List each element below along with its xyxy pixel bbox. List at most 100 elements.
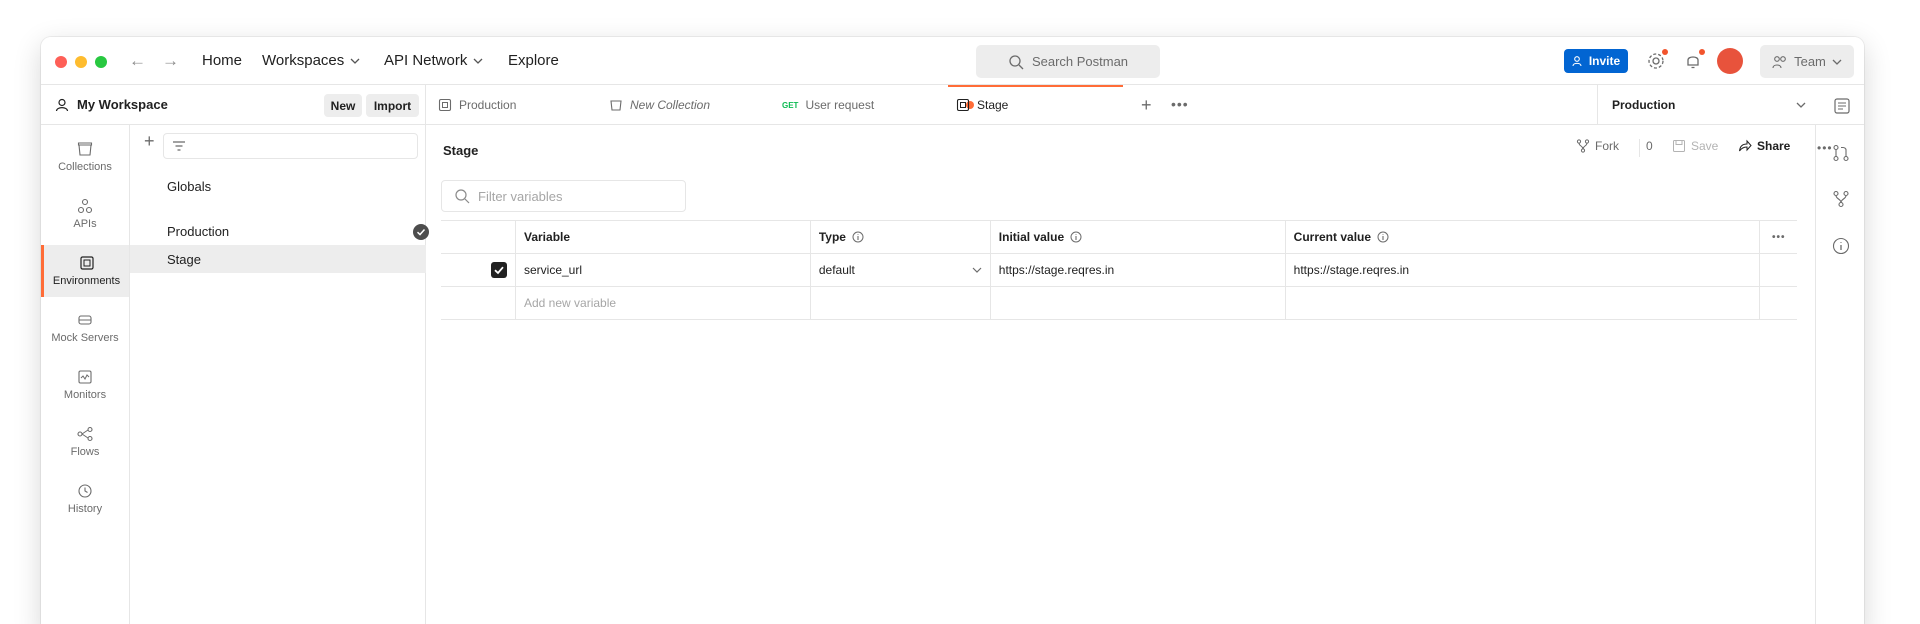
empty-cell[interactable] [989, 286, 1286, 320]
environment-icon [956, 98, 970, 112]
filter-icon [173, 141, 185, 151]
env-item-production[interactable]: Production [130, 217, 429, 245]
current-value-cell[interactable]: https://stage.reqres.in [1284, 253, 1761, 287]
environment-filter-input[interactable] [163, 133, 418, 159]
sidebar-item-flows[interactable]: Flows [41, 416, 129, 468]
settings-button[interactable] [1645, 49, 1668, 72]
column-options-icon[interactable]: ••• [1759, 220, 1797, 254]
right-sidebar [1815, 125, 1864, 624]
empty-cell[interactable] [809, 286, 991, 320]
select-all-column-header [441, 220, 516, 254]
avatar[interactable] [1717, 48, 1743, 74]
fork-count: 0 [1646, 139, 1653, 153]
share-button[interactable]: Share [1738, 139, 1790, 153]
window-controls [55, 56, 107, 68]
environment-editor: Stage Fork 0 Save Share ••• Filter varia… [426, 125, 1832, 624]
save-button[interactable]: Save [1672, 139, 1718, 153]
variable-name-cell[interactable]: service_url [515, 253, 811, 287]
share-icon [1739, 139, 1752, 152]
import-button[interactable]: Import [366, 94, 419, 117]
collections-icon [77, 142, 93, 156]
nav-home[interactable]: Home [202, 51, 242, 71]
nav-workspaces[interactable]: Workspaces [262, 51, 360, 71]
row-enabled-cell [441, 253, 516, 287]
team-button[interactable]: Team [1760, 45, 1854, 78]
fork-button[interactable]: Fork [1576, 139, 1619, 153]
variable-type-select[interactable]: default [809, 253, 991, 287]
initial-value-cell[interactable]: https://stage.reqres.in [989, 253, 1286, 287]
sidebar-item-monitors[interactable]: Monitors [41, 359, 129, 411]
fork-icon[interactable] [1832, 190, 1850, 208]
info-icon[interactable] [1832, 237, 1850, 255]
variables-table: Variable Type Initial value Current valu… [441, 220, 1797, 320]
row-actions-cell [1759, 253, 1797, 287]
minimize-window-button[interactable] [75, 56, 87, 68]
environment-selector[interactable]: Production [1597, 85, 1829, 125]
active-tab-indicator [948, 85, 1123, 87]
method-badge: GET [782, 100, 799, 110]
sidebar: Collections APIs Environments Mock Serve… [41, 125, 130, 624]
info-icon[interactable] [852, 231, 864, 243]
team-icon [1772, 55, 1786, 68]
nav-api-network[interactable]: API Network [384, 51, 483, 71]
column-header-current-value: Current value [1284, 220, 1761, 254]
fork-icon [1576, 139, 1590, 153]
chevron-down-icon [972, 267, 982, 273]
search-icon [1009, 54, 1024, 69]
empty-cell [1759, 286, 1797, 320]
nav-explore[interactable]: Explore [508, 51, 559, 71]
checkmark-icon [494, 266, 504, 275]
sidebar-item-mock-servers[interactable]: Mock Servers [41, 302, 129, 354]
search-bar[interactable]: Search Postman [976, 45, 1160, 78]
notifications-button[interactable] [1682, 49, 1705, 72]
env-item-stage[interactable]: Stage [130, 245, 426, 273]
divider [1639, 139, 1640, 157]
info-icon[interactable] [1070, 231, 1082, 243]
new-button[interactable]: New [324, 94, 362, 117]
row-enabled-cell [441, 286, 516, 320]
add-new-variable-input[interactable]: Add new variable [515, 286, 811, 320]
environments-icon [79, 256, 94, 270]
top-bar: ← → Home Workspaces API Network Explore … [41, 37, 1864, 85]
pull-request-icon[interactable] [1832, 144, 1850, 162]
column-header-variable: Variable [515, 220, 811, 254]
variable-enabled-checkbox[interactable] [491, 262, 507, 278]
collection-icon [610, 100, 622, 111]
forward-arrow-icon[interactable]: → [162, 51, 179, 71]
env-item-globals[interactable]: Globals [130, 172, 426, 200]
environment-list: + Globals Production Stage [130, 125, 429, 624]
tab-new-collection[interactable]: New Collection [601, 85, 773, 125]
more-tabs-icon[interactable]: ••• [1171, 96, 1189, 112]
environment-quick-look-icon[interactable] [1833, 97, 1851, 115]
back-arrow-icon[interactable]: ← [129, 51, 146, 71]
sidebar-item-history[interactable]: History [41, 473, 129, 525]
filter-variables-input[interactable]: Filter variables [441, 180, 686, 212]
tab-stage[interactable]: Stage [948, 85, 1123, 125]
history-icon [78, 484, 92, 498]
create-environment-plus-icon[interactable]: + [144, 131, 155, 152]
workspace-title: My Workspace [77, 97, 168, 112]
page-title[interactable]: Stage [443, 143, 478, 158]
save-icon [1673, 140, 1685, 152]
monitors-icon [78, 370, 92, 384]
maximize-window-button[interactable] [95, 56, 107, 68]
sidebar-item-collections[interactable]: Collections [41, 131, 129, 183]
user-icon [55, 98, 69, 112]
sidebar-item-apis[interactable]: APIs [41, 188, 129, 240]
sidebar-item-environments[interactable]: Environments [41, 245, 129, 297]
environment-icon [438, 98, 452, 112]
invite-button[interactable]: Invite [1564, 49, 1628, 73]
search-icon [455, 189, 470, 204]
new-tab-plus-icon[interactable]: + [1141, 95, 1152, 116]
empty-cell[interactable] [1284, 286, 1761, 320]
workspace-header: My Workspace New Import [41, 85, 426, 125]
chevron-down-icon [473, 58, 483, 64]
close-window-button[interactable] [55, 56, 67, 68]
tab-row: My Workspace New Import Production New C… [41, 85, 1864, 125]
column-header-initial-value: Initial value [989, 220, 1286, 254]
tab-production[interactable]: Production [430, 85, 594, 125]
table-row: service_url default https://stage.reqres… [441, 253, 1797, 287]
info-icon[interactable] [1377, 231, 1389, 243]
add-user-icon [1572, 56, 1582, 67]
column-header-type: Type [809, 220, 991, 254]
